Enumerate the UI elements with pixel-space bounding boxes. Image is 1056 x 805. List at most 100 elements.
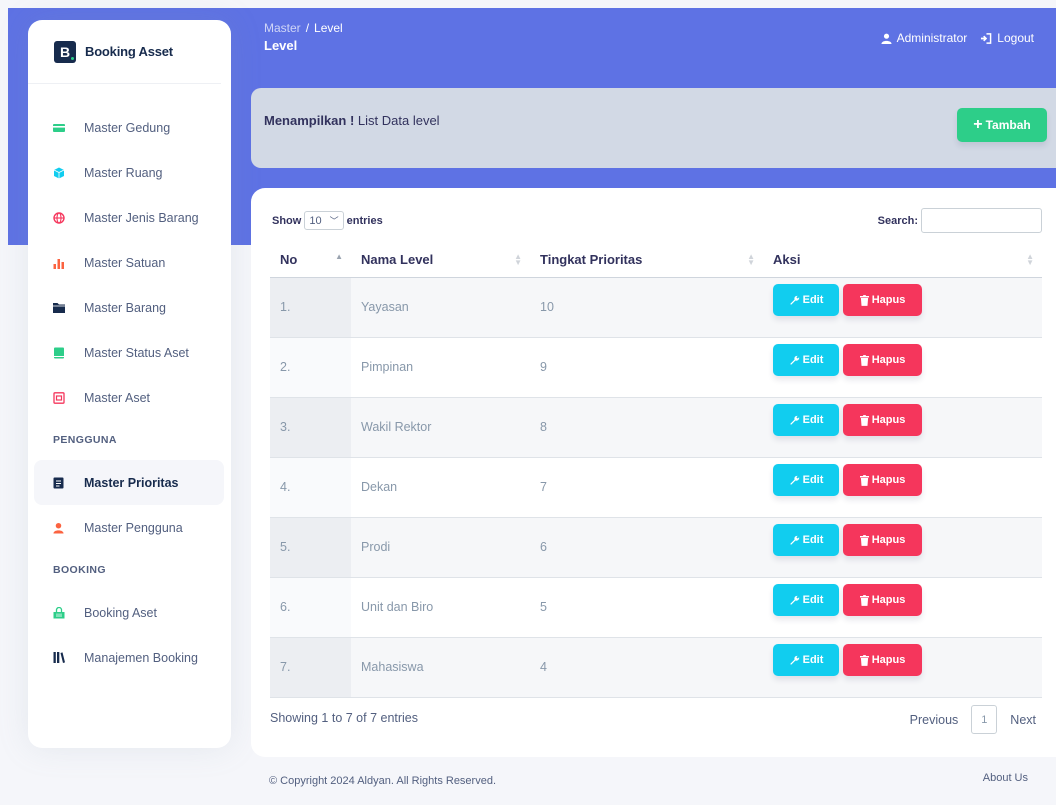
delete-label: Hapus (871, 594, 906, 606)
delete-label: Hapus (871, 294, 906, 306)
sidebar-nav: Master Gedung Master Ruang Master Jenis Ba… (28, 84, 231, 420)
edit-button[interactable]: Edit (773, 404, 839, 436)
edit-label: Edit (802, 414, 824, 426)
length-select[interactable]: 10 ﹀ (304, 211, 344, 230)
brand-name: Booking Asset (85, 44, 173, 59)
search-label: Search: (877, 214, 918, 227)
nav-heading-booking: BOOKING (53, 564, 106, 576)
logout-link[interactable]: Logout (980, 31, 1034, 45)
sidebar-item-label: Master Barang (84, 300, 166, 315)
entries-label: entries (346, 214, 383, 227)
footer-copyright: © Copyright 2024 Aldyan. All Rights Rese… (269, 775, 497, 787)
cell-nama-level: Pimpinan (351, 337, 530, 398)
next-button[interactable]: Next (1010, 713, 1036, 727)
sidebar-item-master-gedung[interactable]: Master Gedung (34, 105, 224, 150)
delete-button[interactable]: Hapus (843, 524, 922, 556)
column-header-tingkat-prioritas[interactable]: Tingkat Prioritas ▲ ▼ (530, 242, 763, 278)
sort-icon: ▲ ▼ (747, 252, 755, 267)
cell-aksi: Edit Hapus (763, 517, 1042, 578)
user-area: Administrator Logout (881, 31, 1034, 45)
cell-no: 6. (270, 577, 351, 638)
page-1-button[interactable]: 1 (971, 705, 998, 734)
cell-tingkat-prioritas: 5 (530, 577, 763, 638)
info-card: Menampilkan ! List Data level + Tambah (251, 88, 1056, 168)
table-row: 6. Unit dan Biro 5 Edit Hapus (270, 577, 1042, 638)
breadcrumb-root[interactable]: Master (264, 21, 301, 35)
delete-button[interactable]: Hapus (843, 344, 922, 376)
sidebar-item-master-prioritas[interactable]: Master Prioritas (34, 460, 224, 505)
trash-icon (859, 414, 869, 426)
info-bold: Menampilkan ! (264, 113, 355, 128)
column-header-nama-level[interactable]: Nama Level ▲ ▼ (351, 242, 530, 278)
edit-button[interactable]: Edit (773, 524, 839, 556)
logout-icon (981, 32, 992, 44)
sidebar-item-master-aset[interactable]: Master Aset (34, 375, 224, 420)
sidebar-item-manajemen-booking[interactable]: Manajemen Booking (34, 635, 224, 680)
credit-card-icon (53, 122, 65, 134)
edit-button[interactable]: Edit (773, 464, 839, 496)
sidebar-item-master-pengguna[interactable]: Master Pengguna (34, 505, 224, 550)
wrench-icon (789, 475, 799, 485)
edit-button[interactable]: Edit (773, 344, 839, 376)
table-card: Show 10 ﹀ entries Search: No ▲ Nama Level ▲… (251, 188, 1056, 757)
basket-icon (53, 606, 65, 619)
sidebar-item-master-satuan[interactable]: Master Satuan (34, 240, 224, 285)
previous-button[interactable]: Previous (910, 713, 959, 727)
table-row: 2. Pimpinan 9 Edit Hapus (270, 337, 1042, 398)
sidebar-item-master-status-aset[interactable]: Master Status Aset (34, 330, 224, 375)
add-button[interactable]: + Tambah (957, 108, 1047, 142)
about-us-link[interactable]: About Us (983, 772, 1028, 784)
table-row: 3. Wakil Rektor 8 Edit Hapus (270, 397, 1042, 458)
sidebar-item-label: Master Pengguna (84, 520, 183, 535)
level-table: No ▲ Nama Level ▲ ▼ Tingkat Prioritas ▲ ▼ Aks… (270, 242, 1042, 698)
edit-label: Edit (802, 534, 824, 546)
cell-nama-level: Mahasiswa (351, 637, 530, 698)
cell-aksi: Edit Hapus (763, 277, 1042, 338)
search-control: Search: (878, 208, 1042, 233)
sidebar-item-label: Master Ruang (84, 165, 163, 180)
sidebar-item-booking-aset[interactable]: Booking Aset (34, 590, 224, 635)
sidebar-item-label: Master Satuan (84, 255, 166, 270)
bar-chart-icon (53, 257, 65, 269)
edit-button[interactable]: Edit (773, 644, 839, 676)
cell-no: 3. (270, 397, 351, 458)
wrench-icon (789, 595, 799, 605)
sort-icon: ▲ ▼ (1026, 252, 1034, 267)
search-input[interactable] (921, 208, 1042, 233)
sort-asc-icon: ▲ (335, 252, 343, 261)
delete-label: Hapus (871, 414, 906, 426)
sidebar-item-master-ruang[interactable]: Master Ruang (34, 150, 224, 195)
table-row: 5. Prodi 6 Edit Hapus (270, 517, 1042, 578)
plus-icon: + (973, 116, 983, 133)
cell-tingkat-prioritas: 9 (530, 337, 763, 398)
user-menu[interactable]: Administrator (881, 31, 967, 45)
show-label: Show (272, 214, 302, 227)
chevron-down-icon: ﹀ (329, 216, 339, 226)
edit-button[interactable]: Edit (773, 584, 839, 616)
cell-tingkat-prioritas: 6 (530, 517, 763, 578)
cell-nama-level: Yayasan (351, 277, 530, 338)
trash-icon (859, 654, 869, 666)
brand[interactable]: B Booking Asset (28, 20, 221, 84)
delete-button[interactable]: Hapus (843, 584, 922, 616)
info-text: Menampilkan ! List Data level (264, 113, 440, 128)
cell-aksi: Edit Hapus (763, 457, 1042, 518)
sidebar-nav-booking: Booking Aset Manajemen Booking (28, 590, 231, 680)
delete-button[interactable]: Hapus (843, 404, 922, 436)
edit-button[interactable]: Edit (773, 284, 839, 316)
sidebar-item-master-barang[interactable]: Master Barang (34, 285, 224, 330)
edit-label: Edit (802, 594, 824, 606)
trash-icon (859, 294, 869, 306)
edit-label: Edit (802, 654, 824, 666)
sidebar-item-master-jenis-barang[interactable]: Master Jenis Barang (34, 195, 224, 240)
delete-button[interactable]: Hapus (843, 284, 922, 316)
delete-label: Hapus (871, 534, 906, 546)
column-header-aksi[interactable]: Aksi ▲ ▼ (763, 242, 1042, 278)
cell-tingkat-prioritas: 8 (530, 397, 763, 458)
cell-no: 2. (270, 337, 351, 398)
delete-button[interactable]: Hapus (843, 464, 922, 496)
cell-aksi: Edit Hapus (763, 637, 1042, 698)
user-icon (53, 522, 65, 534)
column-header-no[interactable]: No ▲ (270, 242, 351, 278)
delete-button[interactable]: Hapus (843, 644, 922, 676)
